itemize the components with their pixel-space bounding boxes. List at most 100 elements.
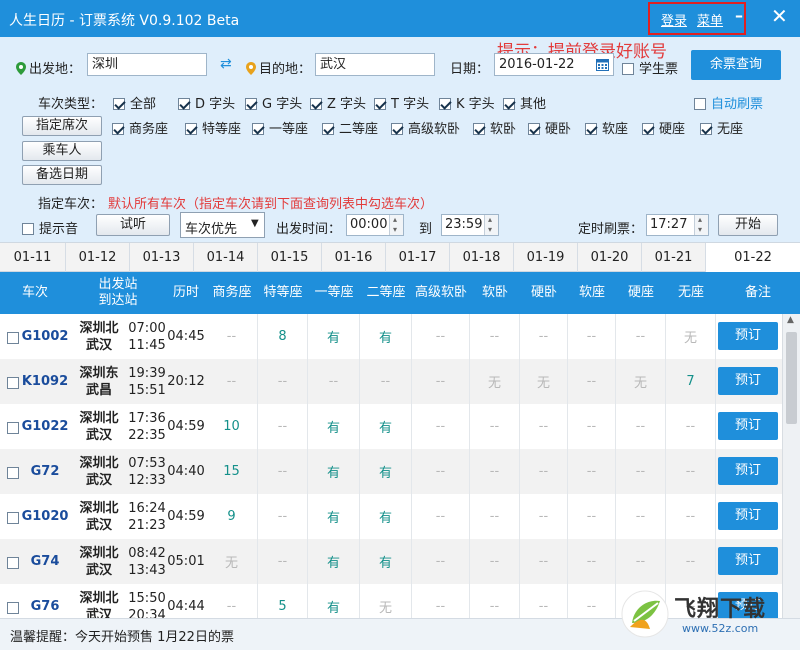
auto-refresh-checkbox[interactable] bbox=[694, 98, 706, 110]
checkbox[interactable] bbox=[245, 98, 257, 110]
alternate-date-button[interactable]: 备选日期 bbox=[22, 165, 102, 185]
table-row[interactable]: G74 深圳北 武汉 08:42 13:43 05:01 无 -- 有有 -- -- -- -- -- --… bbox=[0, 539, 782, 584]
checkbox[interactable] bbox=[252, 123, 264, 135]
train-number[interactable]: G1022 bbox=[20, 404, 70, 449]
swap-icon[interactable]: ⇄ bbox=[220, 56, 232, 72]
checkbox[interactable] bbox=[185, 123, 197, 135]
timer-input[interactable]: 17:27 bbox=[646, 212, 709, 237]
checkbox[interactable] bbox=[178, 98, 190, 110]
sound-checkbox[interactable] bbox=[22, 223, 34, 235]
book-button[interactable]: 预订 bbox=[718, 502, 778, 530]
type-option-all[interactable]: 全部 bbox=[113, 93, 156, 112]
close-button[interactable]: ✕ bbox=[771, 4, 788, 28]
passenger-button[interactable]: 乘车人 bbox=[22, 141, 102, 161]
book-button[interactable]: 预订 bbox=[718, 457, 778, 485]
checkbox[interactable] bbox=[642, 123, 654, 135]
row-checkbox[interactable] bbox=[7, 377, 19, 389]
type-option-d[interactable]: D 字头 bbox=[178, 93, 235, 112]
checkbox[interactable] bbox=[391, 123, 403, 135]
row-checkbox[interactable] bbox=[7, 332, 19, 344]
checkbox[interactable] bbox=[503, 98, 515, 110]
vertical-scrollbar[interactable]: ▲ bbox=[782, 314, 800, 618]
table-row[interactable]: G1022 深圳北 武汉 17:36 22:35 04:59 10 -- 有有 -- -- -- -- -… bbox=[0, 404, 782, 449]
time-from-input[interactable]: 00:00 bbox=[346, 212, 404, 237]
table-row[interactable]: G1020 深圳北 武汉 16:24 21:23 04:59 9 -- 有有 -- -- -- -- --… bbox=[0, 494, 782, 539]
row-checkbox[interactable] bbox=[7, 557, 19, 569]
type-option-t[interactable]: T 字头 bbox=[374, 93, 429, 112]
seat-option[interactable]: 硬卧 bbox=[528, 118, 571, 137]
checkbox[interactable] bbox=[112, 123, 124, 135]
row-checkbox[interactable] bbox=[7, 602, 19, 614]
menu-link[interactable]: 菜单 bbox=[697, 10, 723, 29]
train-number[interactable]: G72 bbox=[20, 449, 70, 494]
date-input[interactable]: 2016-01-22 bbox=[494, 53, 614, 76]
type-option-z[interactable]: Z 字头 bbox=[310, 93, 366, 112]
date-tab[interactable]: 01-11 bbox=[0, 243, 66, 272]
seat-option[interactable]: 软卧 bbox=[473, 118, 516, 137]
row-checkbox[interactable] bbox=[7, 467, 19, 479]
book-button[interactable]: 预订 bbox=[718, 322, 778, 350]
seat-option[interactable]: 高级软卧 bbox=[391, 118, 460, 137]
train-number[interactable]: G1020 bbox=[20, 494, 70, 539]
login-link[interactable]: 登录 bbox=[661, 10, 687, 29]
checkbox[interactable] bbox=[700, 123, 712, 135]
sound-option[interactable]: 提示音 bbox=[22, 218, 78, 237]
calendar-icon[interactable] bbox=[596, 58, 609, 71]
checkbox[interactable] bbox=[585, 123, 597, 135]
book-button[interactable]: 预订 bbox=[718, 412, 778, 440]
seat-option[interactable]: 软座 bbox=[585, 118, 628, 137]
date-tab[interactable]: 01-15 bbox=[258, 243, 322, 272]
checkbox[interactable] bbox=[528, 123, 540, 135]
listen-button[interactable]: 试听 bbox=[96, 214, 170, 236]
query-button[interactable]: 余票查询 bbox=[691, 50, 781, 80]
date-tab[interactable]: 01-16 bbox=[322, 243, 386, 272]
start-button[interactable]: 开始 bbox=[718, 214, 778, 236]
table-row[interactable]: K1092 深圳东 武昌 19:39 15:51 20:12 -- -- -- -- -- 无无 -- 无… bbox=[0, 359, 782, 404]
row-checkbox[interactable] bbox=[7, 422, 19, 434]
type-option-g[interactable]: G 字头 bbox=[245, 93, 302, 112]
train-number[interactable]: G1002 bbox=[20, 314, 70, 359]
date-tab[interactable]: 01-12 bbox=[66, 243, 130, 272]
spinner-icon[interactable] bbox=[389, 212, 403, 237]
scroll-up-icon[interactable]: ▲ bbox=[787, 315, 794, 325]
seat-option[interactable]: 硬座 bbox=[642, 118, 685, 137]
spinner-icon[interactable] bbox=[484, 212, 498, 237]
spinner-icon[interactable] bbox=[694, 212, 708, 237]
checkbox[interactable] bbox=[310, 98, 322, 110]
minimize-button[interactable]: – bbox=[735, 6, 743, 25]
train-number[interactable]: K1092 bbox=[20, 359, 70, 404]
checkbox[interactable] bbox=[322, 123, 334, 135]
date-tab[interactable]: 01-20 bbox=[578, 243, 642, 272]
seat-option[interactable]: 商务座 bbox=[112, 118, 168, 137]
student-ticket-option[interactable]: 学生票 bbox=[622, 58, 678, 77]
date-tab-active[interactable]: 01-22 bbox=[706, 243, 800, 273]
priority-select[interactable]: 车次优先 ▼ bbox=[180, 212, 265, 238]
type-option-k[interactable]: K 字头 bbox=[439, 93, 495, 112]
seat-option[interactable]: 二等座 bbox=[322, 118, 378, 137]
to-input[interactable]: 武汉 bbox=[315, 53, 435, 76]
auto-refresh-option[interactable]: 自动刷票 bbox=[694, 93, 763, 112]
date-tab[interactable]: 01-21 bbox=[642, 243, 706, 272]
table-row[interactable]: G72 深圳北 武汉 07:53 12:33 04:40 15 -- 有有 -- -- -- -- -- -… bbox=[0, 449, 782, 494]
seat-option[interactable]: 无座 bbox=[700, 118, 743, 137]
book-button[interactable]: 预订 bbox=[718, 367, 778, 395]
date-tab[interactable]: 01-17 bbox=[386, 243, 450, 272]
type-option-other[interactable]: 其他 bbox=[503, 93, 546, 112]
checkbox[interactable] bbox=[113, 98, 125, 110]
date-tab[interactable]: 01-19 bbox=[514, 243, 578, 272]
checkbox[interactable] bbox=[439, 98, 451, 110]
date-tab[interactable]: 01-13 bbox=[130, 243, 194, 272]
table-row[interactable]: G1002 深圳北 武汉 07:00 11:45 04:45 -- 8 有有 -- -- -- -- --… bbox=[0, 314, 782, 359]
seat-option[interactable]: 一等座 bbox=[252, 118, 308, 137]
student-checkbox[interactable] bbox=[622, 63, 634, 75]
from-input[interactable]: 深圳 bbox=[87, 53, 207, 76]
checkbox[interactable] bbox=[374, 98, 386, 110]
time-to-input[interactable]: 23:59 bbox=[441, 212, 499, 237]
book-button[interactable]: 预订 bbox=[718, 547, 778, 575]
date-tab[interactable]: 01-18 bbox=[450, 243, 514, 272]
seat-select-button[interactable]: 指定席次 bbox=[22, 116, 102, 136]
train-number[interactable]: G74 bbox=[20, 539, 70, 584]
date-tab[interactable]: 01-14 bbox=[194, 243, 258, 272]
row-checkbox[interactable] bbox=[7, 512, 19, 524]
seat-option[interactable]: 特等座 bbox=[185, 118, 241, 137]
